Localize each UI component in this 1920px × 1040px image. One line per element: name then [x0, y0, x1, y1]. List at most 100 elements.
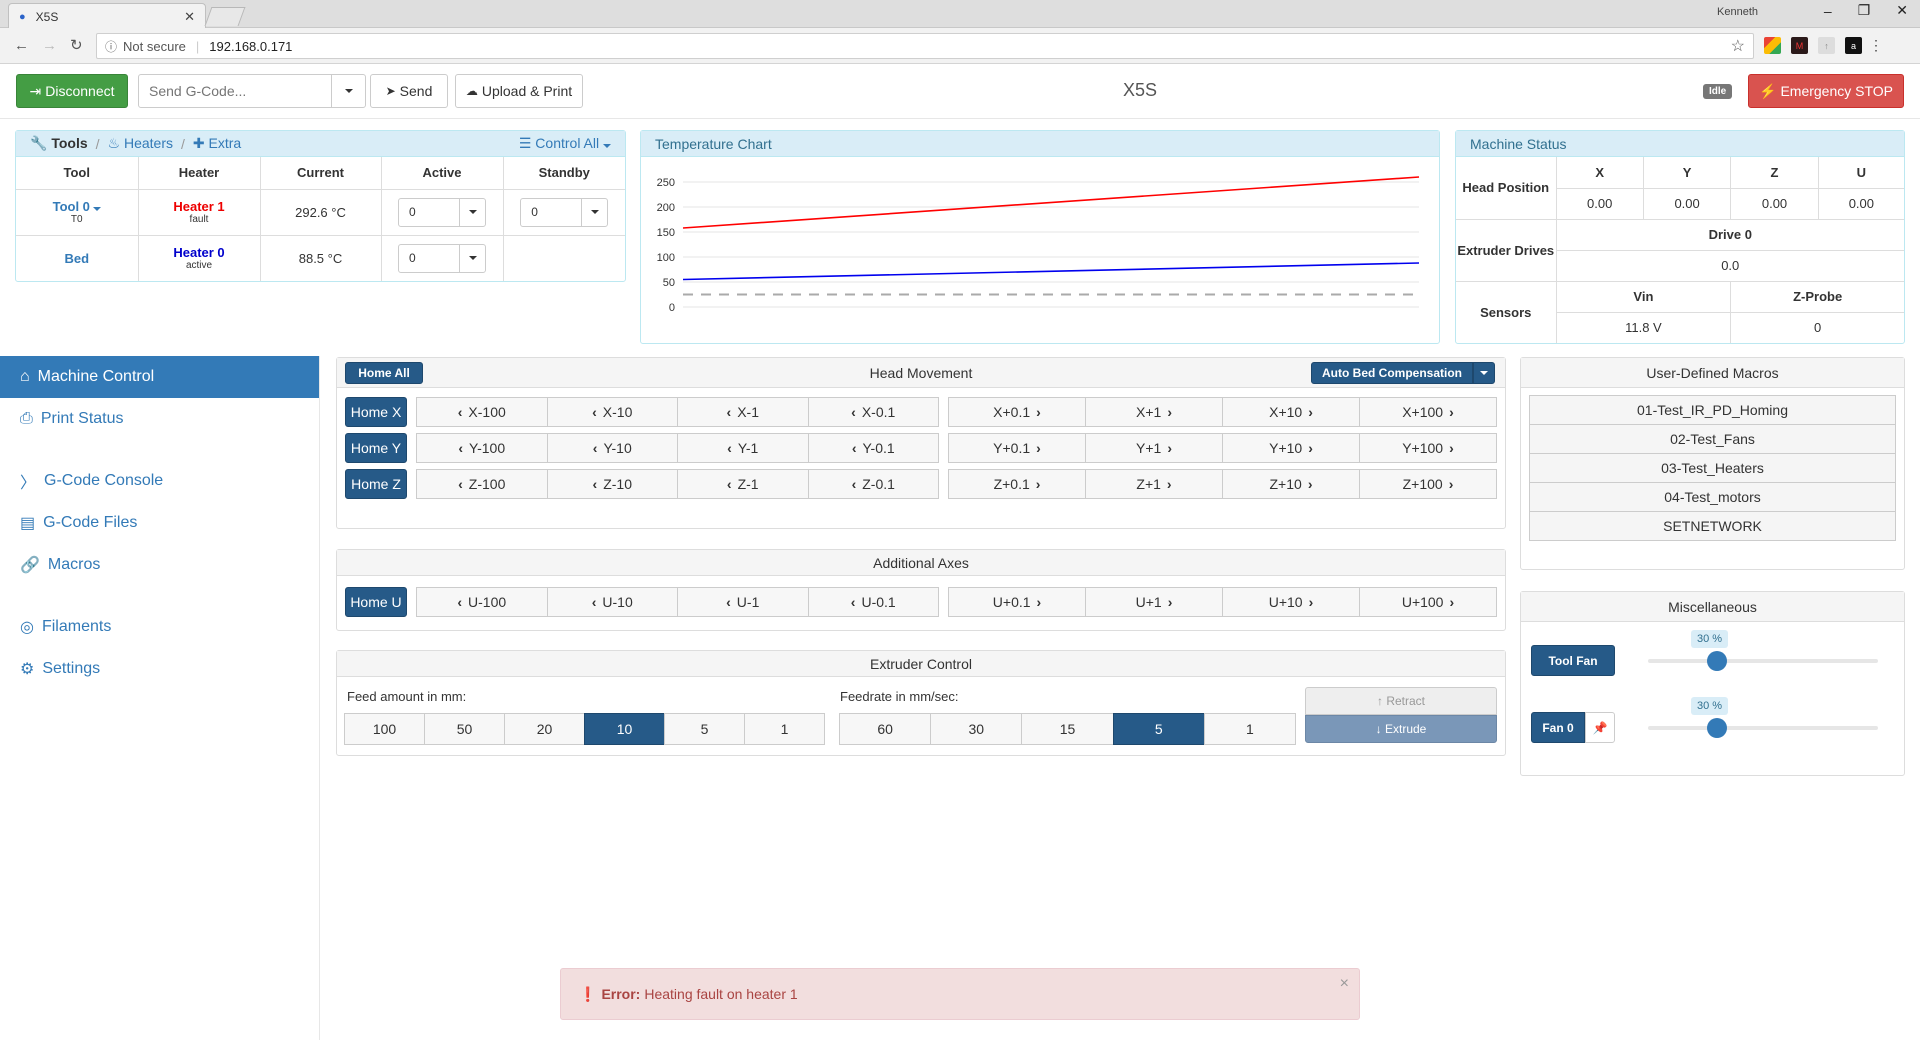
standby-temp-input[interactable]: 0	[520, 197, 609, 227]
address-bar[interactable]: ⓘ Not secure | 192.168.0.171 ☆	[96, 33, 1754, 59]
gcode-history-dropdown[interactable]	[331, 75, 365, 107]
sidebar-item-filaments[interactable]: ◎ Filaments	[0, 606, 319, 648]
move-button[interactable]: ‹ Y-100	[416, 432, 548, 463]
move-button[interactable]: Z+10 ›	[1222, 468, 1360, 499]
move-button[interactable]: X+100 ›	[1359, 396, 1497, 427]
move-button[interactable]: Z+1 ›	[1085, 468, 1223, 499]
tool-cell[interactable]: Bed	[16, 234, 139, 281]
sidebar-item-settings[interactable]: ⚙ Settings	[0, 648, 319, 690]
send-button[interactable]: ➤ Send	[370, 74, 448, 108]
home-axis-button[interactable]: Home Z	[345, 468, 407, 499]
slider-handle[interactable]	[1707, 718, 1727, 738]
move-button[interactable]: X+1 ›	[1085, 396, 1223, 427]
move-button[interactable]: U+1 ›	[1085, 586, 1223, 617]
segment-option[interactable]: 1	[744, 713, 825, 745]
move-button[interactable]: ‹ X-10	[546, 396, 678, 427]
macro-button[interactable]: 03-Test_Heaters	[1529, 453, 1896, 483]
standby-temp-dropdown[interactable]	[581, 198, 607, 226]
macro-button[interactable]: 02-Test_Fans	[1529, 424, 1896, 454]
retract-button[interactable]: ↑ Retract	[1305, 687, 1497, 715]
home-all-button[interactable]: Home All	[345, 362, 423, 384]
move-button[interactable]: ‹ U-10	[546, 586, 678, 617]
sidebar-item-print-status[interactable]: ⎙ Print Status	[0, 398, 319, 440]
active-temp-dropdown[interactable]	[459, 244, 485, 272]
segment-option[interactable]: 1	[1203, 713, 1297, 745]
home-axis-button[interactable]: Home Y	[345, 432, 407, 463]
gcode-input[interactable]	[139, 75, 331, 107]
auto-bed-dropdown[interactable]	[1473, 362, 1495, 384]
segment-option[interactable]: 20	[504, 713, 585, 745]
tab-heaters[interactable]: ♨ Heaters	[108, 135, 173, 152]
move-button[interactable]: Y+1 ›	[1085, 432, 1223, 463]
info-icon[interactable]: ⓘ	[105, 38, 117, 55]
segment-option[interactable]: 50	[424, 713, 505, 745]
heater-cell[interactable]: Heater 1 fault	[137, 188, 261, 236]
close-icon[interactable]: ×	[1340, 975, 1349, 993]
active-temp-input[interactable]: 0	[398, 243, 486, 273]
back-icon[interactable]: ←	[14, 37, 29, 54]
control-all-dropdown[interactable]: ☰ Control All	[519, 135, 611, 152]
extension-icon[interactable]: M	[1791, 37, 1808, 54]
move-button[interactable]: Y+10 ›	[1222, 432, 1360, 463]
macro-button[interactable]: 04-Test_motors	[1529, 482, 1896, 512]
segment-option[interactable]: 100	[344, 713, 425, 745]
move-button[interactable]: ‹ Z-0.1	[807, 468, 939, 499]
fan-0-slider[interactable]	[1648, 718, 1878, 738]
move-button[interactable]: ‹ Z-1	[677, 468, 809, 499]
close-window-icon[interactable]: ✕	[1896, 2, 1908, 19]
move-button[interactable]: ‹ Z-10	[546, 468, 678, 499]
bookmark-star-icon[interactable]: ☆	[1731, 36, 1745, 56]
upload-print-button[interactable]: ☁ Upload & Print	[455, 74, 583, 108]
move-button[interactable]: Y+100 ›	[1359, 432, 1497, 463]
move-button[interactable]: ‹ Y-10	[546, 432, 678, 463]
segment-option[interactable]: 5	[1112, 713, 1205, 745]
segment-option[interactable]: 10	[584, 713, 665, 745]
sidebar-item-gcode-files[interactable]: ▤ G-Code Files	[0, 502, 319, 544]
move-button[interactable]: ‹ X-1	[677, 396, 809, 427]
slider-handle[interactable]	[1707, 651, 1727, 671]
segment-option[interactable]: 60	[839, 713, 932, 745]
move-button[interactable]: ‹ X-100	[416, 396, 548, 427]
tool-fan-slider[interactable]	[1648, 651, 1878, 671]
close-tab-icon[interactable]: ✕	[184, 9, 195, 25]
move-button[interactable]: ‹ U-100	[416, 586, 548, 617]
browser-profile[interactable]: Kenneth	[1717, 6, 1758, 18]
segment-option[interactable]: 5	[664, 713, 745, 745]
minimize-icon[interactable]: –	[1824, 3, 1832, 19]
move-button[interactable]: ‹ Y-0.1	[807, 432, 939, 463]
move-button[interactable]: U+0.1 ›	[948, 586, 1086, 617]
heater-cell[interactable]: Heater 0 active	[137, 234, 261, 281]
pin-icon[interactable]: 📌	[1585, 712, 1615, 743]
tab-extra[interactable]: ✚ Extra	[193, 135, 241, 152]
browser-menu-icon[interactable]: ⋮	[1869, 37, 1883, 54]
move-button[interactable]: ‹ U-0.1	[807, 586, 939, 617]
segment-option[interactable]: 15	[1021, 713, 1114, 745]
auto-bed-compensation-button[interactable]: Auto Bed Compensation	[1311, 362, 1473, 384]
move-button[interactable]: Z+0.1 ›	[948, 468, 1086, 499]
amazon-extension-icon[interactable]: a	[1845, 37, 1862, 54]
extension-icon[interactable]	[1764, 37, 1781, 54]
move-button[interactable]: U+100 ›	[1359, 586, 1497, 617]
move-button[interactable]: ‹ U-1	[677, 586, 809, 617]
browser-tab[interactable]: ● X5S ✕	[8, 3, 206, 29]
tool-cell[interactable]: Tool 0 T0	[16, 188, 139, 236]
active-temp-dropdown[interactable]	[459, 198, 485, 226]
move-button[interactable]: Y+0.1 ›	[948, 432, 1086, 463]
home-axis-button[interactable]: Home X	[345, 396, 407, 427]
segment-option[interactable]: 30	[930, 713, 1023, 745]
tool-fan-button[interactable]: Tool Fan	[1531, 645, 1615, 676]
macro-button[interactable]: SETNETWORK	[1529, 511, 1896, 541]
reload-icon[interactable]: ↻	[70, 36, 83, 54]
move-button[interactable]: ‹ Z-100	[416, 468, 548, 499]
move-button[interactable]: U+10 ›	[1222, 586, 1360, 617]
move-button[interactable]: ‹ X-0.1	[807, 396, 939, 427]
extrude-button[interactable]: ↓ Extrude	[1305, 715, 1497, 743]
forward-icon[interactable]: →	[42, 37, 57, 54]
tab-tools[interactable]: 🔧 Tools	[30, 135, 88, 152]
sidebar-item-macros[interactable]: 🔗 Macros	[0, 544, 319, 586]
fan-0-button[interactable]: Fan 0	[1531, 712, 1585, 743]
home-axis-button[interactable]: Home U	[345, 586, 407, 617]
active-temp-input[interactable]: 0	[398, 197, 486, 227]
sidebar-item-machine-control[interactable]: ⌂ Machine Control	[0, 356, 319, 398]
move-button[interactable]: Z+100 ›	[1359, 468, 1497, 499]
